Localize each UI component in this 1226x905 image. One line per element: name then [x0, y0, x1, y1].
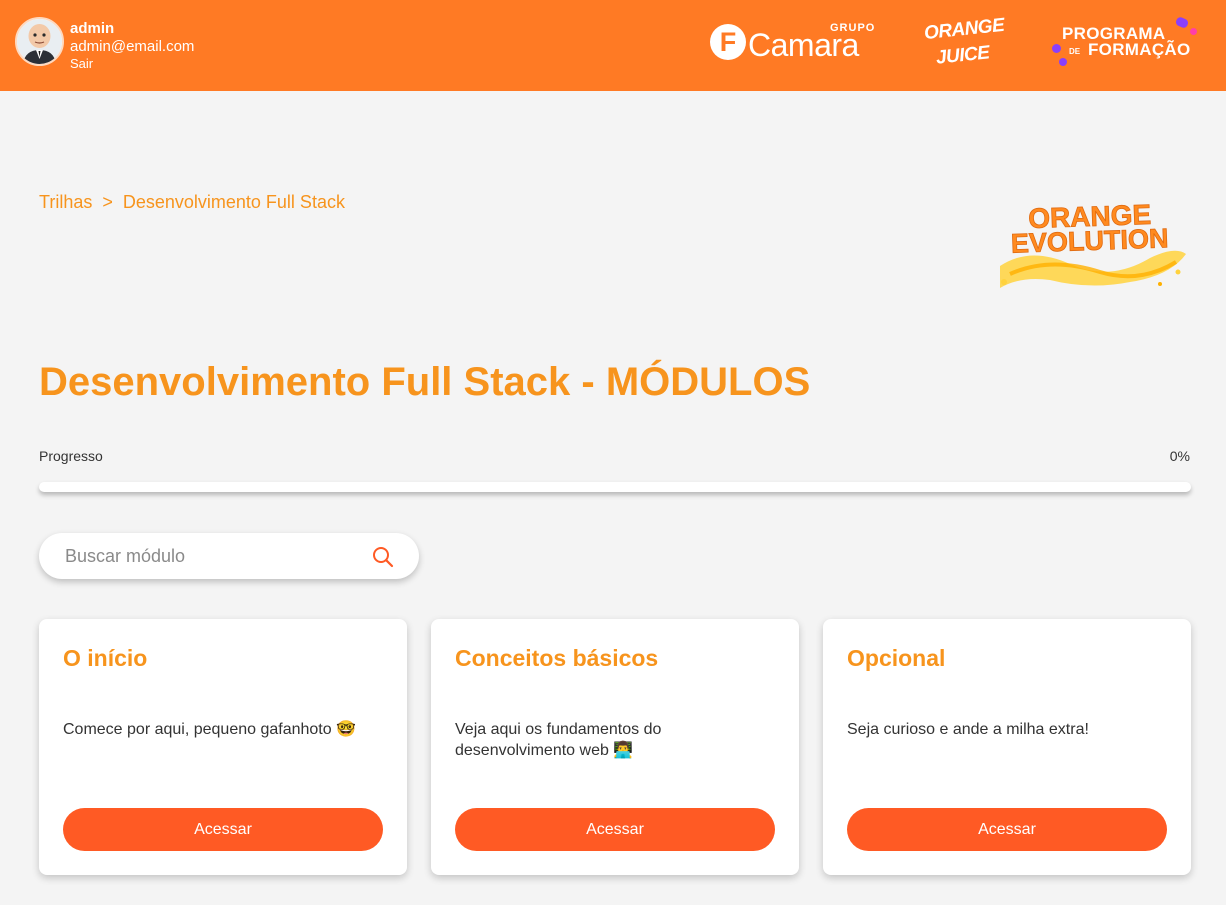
orange-juice-logo-line1: ORANGE [923, 14, 1006, 45]
module-card-description: Seja curioso e ande a milha extra! [847, 721, 1089, 738]
orange-evolution-logo-art: ORANGE EVOLUTION [1000, 198, 1186, 288]
purple-dot-icon [1052, 44, 1061, 53]
orange-juice-logo: ORANGE JUICE [922, 15, 1005, 72]
purple-dot-icon [1059, 58, 1067, 66]
breadcrumb-separator: > [102, 192, 113, 212]
top-header: admin admin@email.com Sair F GRUPO Camar… [0, 0, 1226, 91]
breadcrumb-item-trilhas[interactable]: Trilhas [39, 192, 92, 212]
grupo-camara-logo: F GRUPO Camara [708, 22, 880, 64]
breadcrumb-item-current[interactable]: Desenvolvimento Full Stack [123, 192, 345, 212]
module-card: O início Comece por aqui, pequeno gafanh… [39, 619, 407, 875]
module-card-title: Opcional [847, 645, 946, 671]
user-email: admin@email.com [70, 38, 195, 55]
user-avatar[interactable] [15, 17, 64, 66]
module-card: Conceitos básicos Veja aqui os fundament… [431, 619, 799, 875]
module-access-button[interactable]: Acessar [847, 808, 1167, 851]
programa-logo-de: DE [1069, 47, 1081, 56]
camara-logo-word: Camara [748, 27, 859, 63]
page-title: Desenvolvimento Full Stack - MÓDULOS [39, 360, 811, 404]
search-icon[interactable] [371, 545, 395, 569]
purple-dot-icon [1190, 28, 1197, 35]
breadcrumb: Trilhas > Desenvolvimento Full Stack [39, 192, 345, 213]
orange-evolution-logo-line2: EVOLUTION [1010, 223, 1168, 258]
avatar-image [17, 19, 62, 64]
module-card-description: Veja aqui os fundamentos do desenvolvime… [455, 721, 662, 759]
module-search [39, 533, 419, 579]
orange-evolution-logo: ORANGE EVOLUTION [990, 196, 1190, 296]
camara-logo-letter: F [710, 24, 746, 60]
search-input[interactable] [65, 533, 365, 579]
progress-label: Progresso [39, 448, 103, 464]
module-card-title: Conceitos básicos [455, 645, 659, 671]
logout-link[interactable]: Sair [70, 56, 93, 71]
module-card-description: Comece por aqui, pequeno gafanhoto 🤓 [63, 721, 357, 738]
progress-percentage: 0% [1169, 448, 1190, 464]
orange-juice-logo-line2: JUICE [934, 42, 991, 69]
progress-bar [39, 482, 1191, 492]
programa-logo-line2: FORMAÇÃO [1088, 40, 1191, 59]
module-card-title: O início [63, 645, 148, 671]
purple-dot-icon [1174, 15, 1190, 30]
module-access-button[interactable]: Acessar [63, 808, 383, 851]
module-access-button[interactable]: Acessar [455, 808, 775, 851]
programa-formacao-logo: PROGRAMA DE FORMAÇÃO [1050, 15, 1205, 70]
module-card: Opcional Seja curioso e ande a milha ext… [823, 619, 1191, 875]
user-name: admin [70, 20, 115, 37]
